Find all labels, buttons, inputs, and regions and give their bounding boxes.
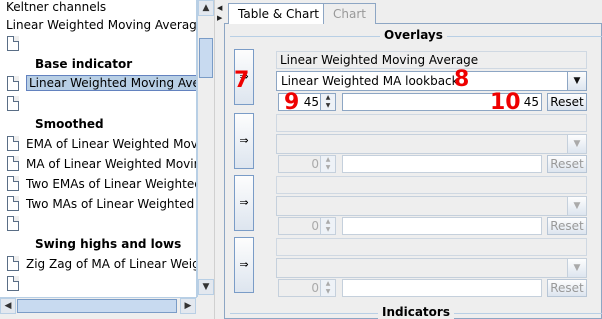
- spinner-down-icon[interactable]: ▼: [320, 102, 335, 110]
- spinner-up-icon[interactable]: ▲: [320, 280, 335, 288]
- tree-item[interactable]: EMA of Linear Weighted Moving: [0, 134, 197, 154]
- annotation-marker-8: 8: [454, 67, 470, 92]
- overlay-value-field[interactable]: [342, 279, 542, 297]
- chevron-down-icon[interactable]: ▼: [567, 72, 586, 90]
- overlay-name-field: [276, 114, 587, 132]
- tree-group-header: Smoothed: [0, 114, 196, 134]
- overlay-parameter-select[interactable]: ▼: [276, 258, 587, 278]
- overlay-name-field: [276, 176, 587, 194]
- tree-item-label: Two EMAs of Linear Weighted M: [26, 177, 197, 191]
- add-overlay-button[interactable]: ⇒: [234, 237, 254, 293]
- tree-item[interactable]: Zig Zag of MA of Linear Weighte: [0, 254, 196, 274]
- overlay-value-field[interactable]: [342, 217, 542, 235]
- scroll-corner: [197, 297, 214, 314]
- overlay-parameter-select[interactable]: ▼: [276, 134, 587, 154]
- tree-group-label: Base indicator: [35, 57, 133, 71]
- add-overlay-button[interactable]: ⇒: [234, 175, 254, 231]
- chevron-down-icon[interactable]: ▼: [567, 135, 586, 153]
- document-icon: [7, 156, 19, 171]
- overlay-name-field: [276, 238, 587, 256]
- overlay-parameter-select[interactable]: ▼: [276, 196, 587, 216]
- overlay-value-field[interactable]: [342, 155, 542, 173]
- tree-item[interactable]: [0, 274, 196, 294]
- horizontal-scrollbar[interactable]: ◀ ▶: [0, 297, 197, 314]
- tree-item-label: Linear Weighted Moving Average: [26, 75, 196, 91]
- annotation-marker-7: 7: [234, 68, 250, 93]
- tree-group-label: Swing highs and lows: [35, 237, 182, 251]
- spinner-up-icon[interactable]: ▲: [320, 218, 335, 226]
- split-pane-divider[interactable]: ◀ ▶: [214, 0, 224, 319]
- overlay-spinner[interactable]: 0 ▲ ▼: [278, 155, 336, 173]
- overlay-spinner[interactable]: 0 ▲ ▼: [278, 279, 336, 297]
- tab-table-chart[interactable]: Table & Chart: [228, 3, 329, 24]
- reset-button[interactable]: Reset: [547, 279, 587, 297]
- tree-item[interactable]: [0, 34, 196, 54]
- overlay-name-field: Linear Weighted Moving Average: [276, 51, 587, 69]
- document-icon: [7, 136, 19, 151]
- spinner-down-icon[interactable]: ▼: [320, 164, 335, 172]
- expand-right-icon[interactable]: ▶: [217, 14, 222, 22]
- tree-item[interactable]: Two MAs of Linear Weighted Mo: [0, 194, 197, 214]
- tree-item[interactable]: [0, 214, 196, 234]
- tree-item-label: Linear Weighted Moving Average (L: [6, 18, 197, 32]
- reset-button[interactable]: Reset: [547, 217, 587, 235]
- overlays-title: Overlays: [380, 28, 447, 42]
- tree-item[interactable]: Two EMAs of Linear Weighted M: [0, 174, 197, 194]
- vertical-scrollbar[interactable]: ▲ ▼: [197, 0, 214, 297]
- overlay-parameter-select[interactable]: Linear Weighted MA lookback ▼: [276, 71, 587, 91]
- tree-item-label: Keltner channels: [6, 0, 107, 14]
- annotation-marker-10: 10: [490, 90, 521, 115]
- tree-item-label: EMA of Linear Weighted Moving: [26, 137, 197, 151]
- reset-button[interactable]: Reset: [547, 93, 587, 111]
- spinner-up-icon[interactable]: ▲: [320, 156, 335, 164]
- tree-group-label: Smoothed: [35, 117, 104, 131]
- spinner-down-icon[interactable]: ▼: [320, 226, 335, 234]
- tab-chart[interactable]: Chart: [323, 3, 376, 24]
- spinner-down-icon[interactable]: ▼: [320, 288, 335, 296]
- tree-item[interactable]: [0, 94, 196, 114]
- document-icon: [7, 176, 19, 191]
- indicator-tree: Keltner channels Linear Weighted Moving …: [0, 0, 197, 297]
- spinner-value: 0: [311, 157, 319, 171]
- document-icon: [7, 276, 19, 291]
- indicators-title: Indicators: [378, 305, 454, 319]
- document-icon: [7, 96, 19, 111]
- tree-item[interactable]: MA of Linear Weighted Moving A: [0, 154, 196, 174]
- annotation-marker-9: 9: [284, 90, 300, 115]
- tree-group-header: Base indicator: [0, 54, 196, 74]
- document-icon: [7, 256, 19, 271]
- add-overlay-button[interactable]: ⇒: [234, 113, 254, 169]
- reset-button[interactable]: Reset: [547, 155, 587, 173]
- spinner-value: 0: [311, 281, 319, 295]
- tree-item-label: Zig Zag of MA of Linear Weighte: [26, 257, 196, 271]
- scroll-left-icon[interactable]: ◀: [0, 298, 16, 314]
- overlay-value-text: 45: [523, 95, 539, 109]
- spinner-value: 0: [311, 219, 319, 233]
- document-icon: [7, 76, 19, 91]
- scroll-up-icon[interactable]: ▲: [198, 0, 214, 16]
- chevron-down-icon[interactable]: ▼: [567, 259, 586, 277]
- scroll-thumb[interactable]: [199, 38, 213, 78]
- tree-item-selected[interactable]: Linear Weighted Moving Average: [0, 74, 196, 94]
- scroll-thumb[interactable]: [17, 299, 177, 313]
- chevron-down-icon[interactable]: ▼: [567, 197, 586, 215]
- overlay-parameter-value: Linear Weighted MA lookback: [281, 74, 459, 88]
- document-icon: [7, 36, 19, 51]
- tree-group-header: Swing highs and lows: [0, 234, 196, 254]
- spinner-up-icon[interactable]: ▲: [320, 94, 335, 102]
- scroll-right-icon[interactable]: ▶: [180, 298, 196, 314]
- scroll-down-icon[interactable]: ▼: [198, 279, 214, 295]
- document-icon: [7, 196, 19, 211]
- spinner-value: 45: [303, 95, 319, 109]
- tree-item[interactable]: Linear Weighted Moving Average (L: [0, 15, 197, 35]
- tree-item-label: MA of Linear Weighted Moving A: [26, 157, 196, 171]
- overlay-spinner[interactable]: 0 ▲ ▼: [278, 217, 336, 235]
- document-icon: [7, 216, 19, 231]
- tree-item-label: Two MAs of Linear Weighted Mo: [26, 197, 197, 211]
- collapse-left-icon[interactable]: ◀: [217, 4, 222, 12]
